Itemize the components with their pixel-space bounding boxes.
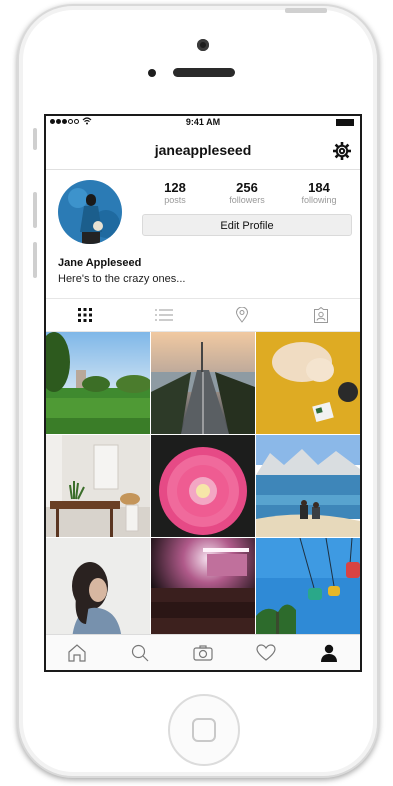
grid-icon [78,308,93,322]
tab-bar-home[interactable] [46,635,109,670]
photo-tile[interactable] [46,538,150,640]
volume-up-button [33,192,37,228]
tab-map[interactable] [203,299,282,331]
photo-tile[interactable] [46,435,150,537]
tab-bar-activity[interactable] [234,635,297,670]
profile-full-name: Jane Appleseed [58,257,142,269]
bottom-tab-bar [46,634,360,670]
status-bar: 9:41 AM [46,116,360,130]
edit-profile-button[interactable]: Edit Profile [142,214,352,236]
concert-crowd-photo [151,538,255,640]
avatar[interactable] [58,180,122,244]
dining-room-photo [46,435,150,537]
list-icon [154,309,173,321]
tab-list[interactable] [125,299,204,331]
tab-grid[interactable] [46,299,125,331]
stat-followers[interactable]: 256 followers [214,180,280,205]
tagged-person-icon [313,307,328,323]
heart-icon [256,643,276,661]
stat-label: followers [229,195,265,205]
home-icon [68,643,86,662]
mute-switch [33,128,37,150]
tab-bar-profile[interactable] [297,635,360,670]
couple-at-lake-photo [256,435,360,537]
cat-on-yellow-rug-photo [256,332,360,434]
camera-icon [193,644,213,661]
stat-following[interactable]: 184 following [286,180,352,205]
profile-header: 128 posts 256 followers 184 following Ed… [46,170,360,298]
park-with-trees-photo [46,332,150,434]
profile-bio: Here's to the crazy ones... [58,273,186,285]
bay-bridge-traffic-photo [151,332,255,434]
photo-tile[interactable] [151,538,255,640]
stat-value: 128 [164,180,186,195]
pink-flower-photo [151,435,255,537]
app-screen: 9:41 AM janeappleseed 128 posts 256 foll… [44,114,362,672]
photo-tile[interactable] [256,332,360,434]
photo-grid [46,332,360,640]
proximity-sensor [148,69,156,77]
nav-bar: janeappleseed [46,130,360,170]
volume-down-button [33,242,37,278]
profile-icon [320,644,337,662]
home-button-square-icon [192,718,216,742]
location-pin-icon [236,307,249,323]
tab-tagged[interactable] [282,299,361,331]
photo-tile[interactable] [256,538,360,640]
stat-label: posts [164,195,186,205]
stat-posts[interactable]: 128 posts [142,180,208,205]
tab-bar-camera[interactable] [172,635,235,670]
search-icon [132,644,149,661]
home-button[interactable] [168,694,240,766]
earpiece-speaker [173,68,235,77]
photo-tile[interactable] [151,435,255,537]
photo-tile[interactable] [46,332,150,434]
profile-stats: 128 posts 256 followers 184 following [142,180,352,205]
amusement-ride-photo [256,538,360,640]
status-time: 9:41 AM [185,117,221,127]
tab-bar-search[interactable] [109,635,172,670]
woman-portrait-photo [46,538,150,640]
stat-label: following [301,195,337,205]
profile-username: janeappleseed [154,142,252,158]
stat-value: 256 [236,180,258,195]
profile-view-tabs [46,298,360,332]
photo-tile[interactable] [256,435,360,537]
front-camera [197,39,209,51]
stat-value: 184 [308,180,330,195]
settings-gear-icon[interactable] [332,141,352,161]
battery-icon [336,119,354,126]
power-button [285,8,327,13]
photo-tile[interactable] [151,332,255,434]
